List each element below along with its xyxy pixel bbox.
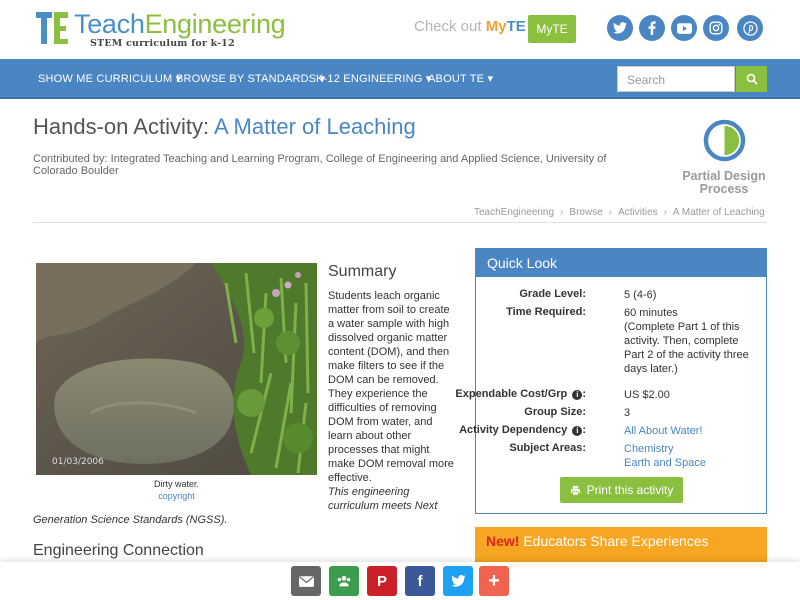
quick-look-panel: Quick Look Grade Level: 5 (4-6) Time Req… (455, 248, 767, 514)
search-button[interactable] (736, 66, 767, 92)
logo-wordmark: TeachEngineering (74, 9, 286, 39)
dirty-water-photo[interactable]: 01/03/2006 (36, 263, 317, 475)
quick-look-heading: Quick Look (476, 249, 766, 277)
search-input[interactable]: Search (617, 66, 735, 92)
chevron-right-icon: › (560, 207, 564, 218)
educators-share-panel[interactable]: New! Educators Share Experiences (475, 527, 767, 567)
expendable-cost-value: US $2.00 (624, 389, 670, 401)
header-divider (33, 222, 767, 223)
breadcrumb: TeachEngineering › Browse › Activities ›… (474, 207, 765, 218)
summary-text: Students leach organic matter from soil … (328, 290, 454, 484)
breadcrumb-current: A Matter of Leaching (672, 207, 765, 218)
design-process-label: Partial Design Process (682, 169, 766, 196)
group-size-label: Group Size: (524, 406, 586, 418)
main-nav: SHOW ME CURRICULUM ▾ BROWSE BY STANDARDS… (0, 59, 800, 99)
site-header: TeachEngineering STEM curriculum for k-1… (0, 0, 800, 58)
te-logo-icon (36, 10, 70, 46)
page-title: Hands-on Activity: A Matter of Leaching (33, 114, 416, 139)
print-activity-button[interactable]: Print this activity (560, 477, 683, 503)
pinterest-icon[interactable] (737, 15, 763, 41)
twitter-icon[interactable] (443, 566, 473, 596)
nav-k12-engineering[interactable]: K-12 ENGINEERING ▾ (316, 72, 432, 85)
print-icon (570, 485, 580, 495)
email-icon[interactable] (291, 566, 321, 596)
pinterest-icon[interactable]: P (367, 566, 397, 596)
twitter-icon[interactable] (607, 15, 633, 41)
activity-dependency-link[interactable]: All About Water! (624, 424, 759, 438)
grade-level-label: Grade Level: (519, 288, 586, 300)
time-required-label: Time Required: (506, 306, 586, 318)
teachengineering-logo[interactable]: TeachEngineering STEM curriculum for k-1… (36, 9, 286, 49)
ngss-text-part1: This engineering curriculum meets Next (328, 486, 438, 512)
info-icon[interactable]: i (572, 390, 583, 400)
subject-earth-space-link[interactable]: Earth and Space (624, 457, 706, 469)
photo-date-stamp: 01/03/2006 (52, 457, 104, 467)
group-size-value: 3 (624, 407, 631, 419)
breadcrumb-browse[interactable]: Browse (569, 207, 602, 218)
nav-about-te[interactable]: ABOUT TE ▾ (428, 72, 493, 85)
activity-dependency-label: Activity Dependency i: (459, 424, 586, 436)
more-icon[interactable]: + (479, 566, 509, 596)
breadcrumb-teachengineering[interactable]: TeachEngineering (474, 207, 554, 218)
myte-button[interactable]: MyTE (528, 15, 576, 43)
educators-share-title: Educators Share Experiences (519, 533, 709, 549)
engineering-connection-heading: Engineering Connection (33, 542, 204, 559)
chevron-right-icon: › (608, 207, 613, 218)
logo-tagline: STEM curriculum for k-12 (90, 38, 235, 49)
subject-chemistry-link[interactable]: Chemistry (624, 443, 674, 455)
chevron-down-icon: ▾ (487, 73, 494, 85)
chevron-right-icon: › (663, 207, 667, 218)
ngss-text-part2: Generation Science Standards (NGSS). (33, 514, 228, 526)
info-icon[interactable]: i (572, 426, 583, 436)
contributed-by: Contributed by: Integrated Teaching and … (33, 153, 607, 177)
summary-heading: Summary (328, 263, 397, 280)
nav-show-me-curriculum[interactable]: SHOW ME CURRICULUM ▾ (38, 72, 181, 85)
time-required-value: 60 minutes (Complete Part 1 of this activ… (624, 307, 749, 375)
subject-areas-label: Subject Areas: (509, 442, 586, 454)
photo-caption: Dirty water. (153, 479, 199, 489)
breadcrumb-activities[interactable]: Activities (618, 207, 657, 218)
instagram-icon[interactable] (703, 15, 729, 41)
google-classroom-icon[interactable] (329, 566, 359, 596)
expendable-cost-label: Expendable Cost/Grp i: (455, 388, 586, 400)
subject-areas-value: Chemistry Earth and Space (624, 442, 759, 470)
share-bar: P f + (0, 562, 800, 600)
new-badge: New! (486, 533, 520, 549)
grade-level-value: 5 (4-6) (624, 289, 657, 301)
nav-browse-by-standards[interactable]: BROWSE BY STANDARDS ▾ (176, 72, 325, 85)
copyright-link[interactable]: copyright (36, 491, 317, 501)
search-icon (746, 73, 757, 85)
youtube-icon[interactable] (671, 15, 697, 41)
partial-design-process-icon (703, 119, 746, 162)
facebook-icon[interactable] (639, 15, 665, 41)
checkout-myte-text: Check out MyTE (414, 18, 526, 35)
facebook-icon[interactable]: f (405, 566, 435, 596)
